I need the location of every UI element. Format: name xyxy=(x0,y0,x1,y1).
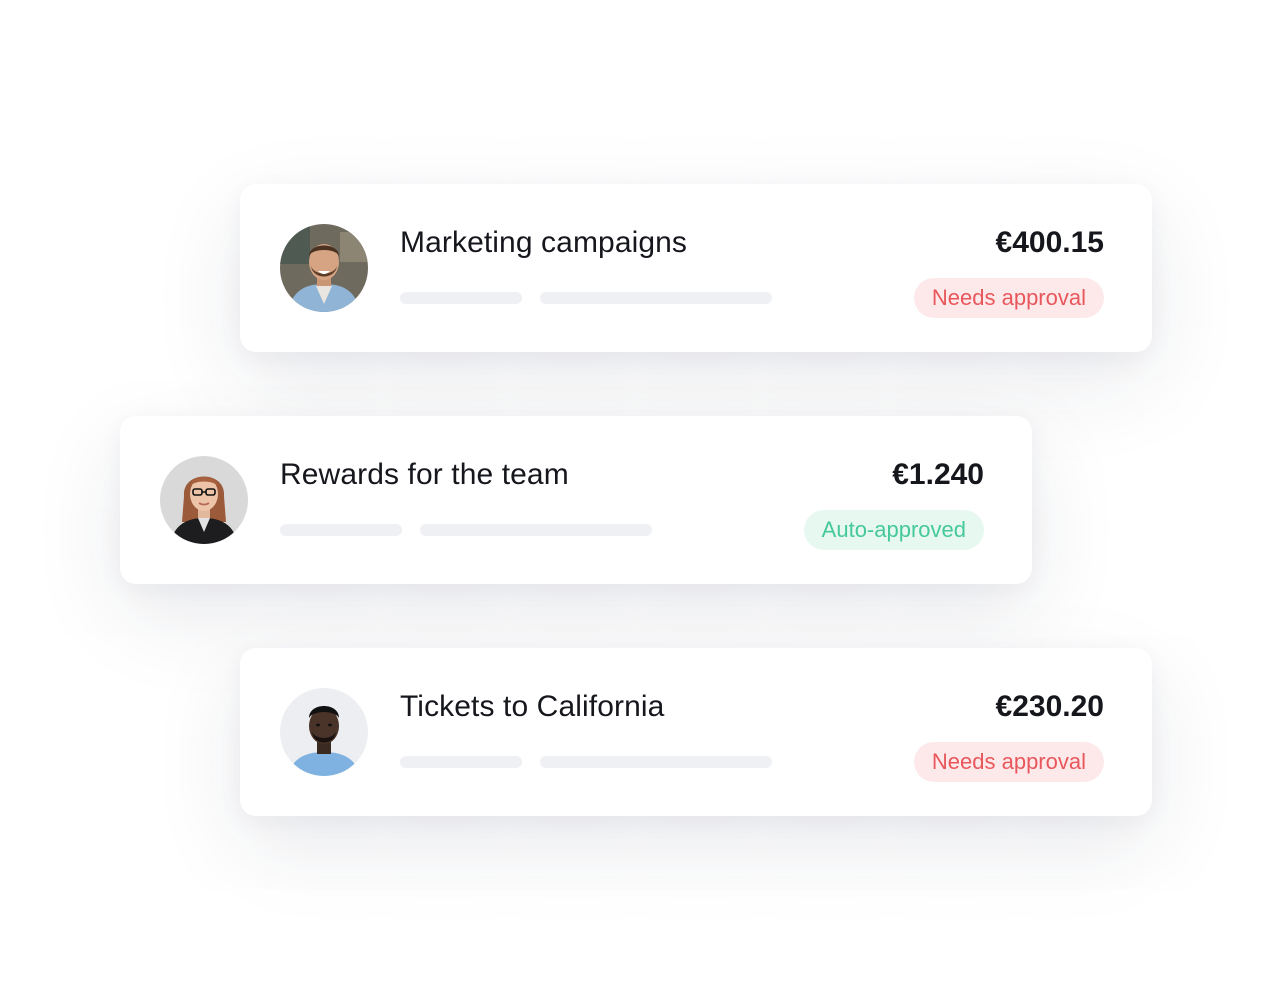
placeholder-bar xyxy=(540,756,772,768)
expense-card-rewards[interactable]: Rewards for the team €1.240 Auto-approve… xyxy=(120,416,1032,584)
avatar xyxy=(280,688,368,776)
expense-title: Marketing campaigns xyxy=(400,226,688,259)
expense-card-tickets[interactable]: Tickets to California €230.20 Needs appr… xyxy=(240,648,1152,816)
expense-amount: €1.240 xyxy=(892,458,984,491)
expense-card-marketing[interactable]: Marketing campaigns €400.15 Needs approv… xyxy=(240,184,1152,352)
placeholder-bar xyxy=(400,292,522,304)
placeholder-bar xyxy=(540,292,772,304)
man-portrait-avatar-icon xyxy=(280,688,368,776)
avatar xyxy=(280,224,368,312)
status-badge: Auto-approved xyxy=(803,510,984,550)
placeholder-bar xyxy=(420,524,652,536)
expense-title: Tickets to California xyxy=(400,690,665,723)
avatar xyxy=(160,456,248,544)
expense-title: Rewards for the team xyxy=(280,458,569,491)
expense-amount: €230.20 xyxy=(995,690,1104,723)
placeholder-bar xyxy=(400,756,522,768)
expense-list: Marketing campaigns €400.15 Needs approv… xyxy=(0,0,1272,1000)
woman-glasses-avatar-icon xyxy=(160,456,248,544)
expense-amount: €400.15 xyxy=(995,226,1104,259)
placeholder-bar xyxy=(280,524,402,536)
status-badge: Needs approval xyxy=(913,278,1104,318)
man-smiling-avatar-icon xyxy=(280,224,368,312)
status-badge: Needs approval xyxy=(913,742,1104,782)
